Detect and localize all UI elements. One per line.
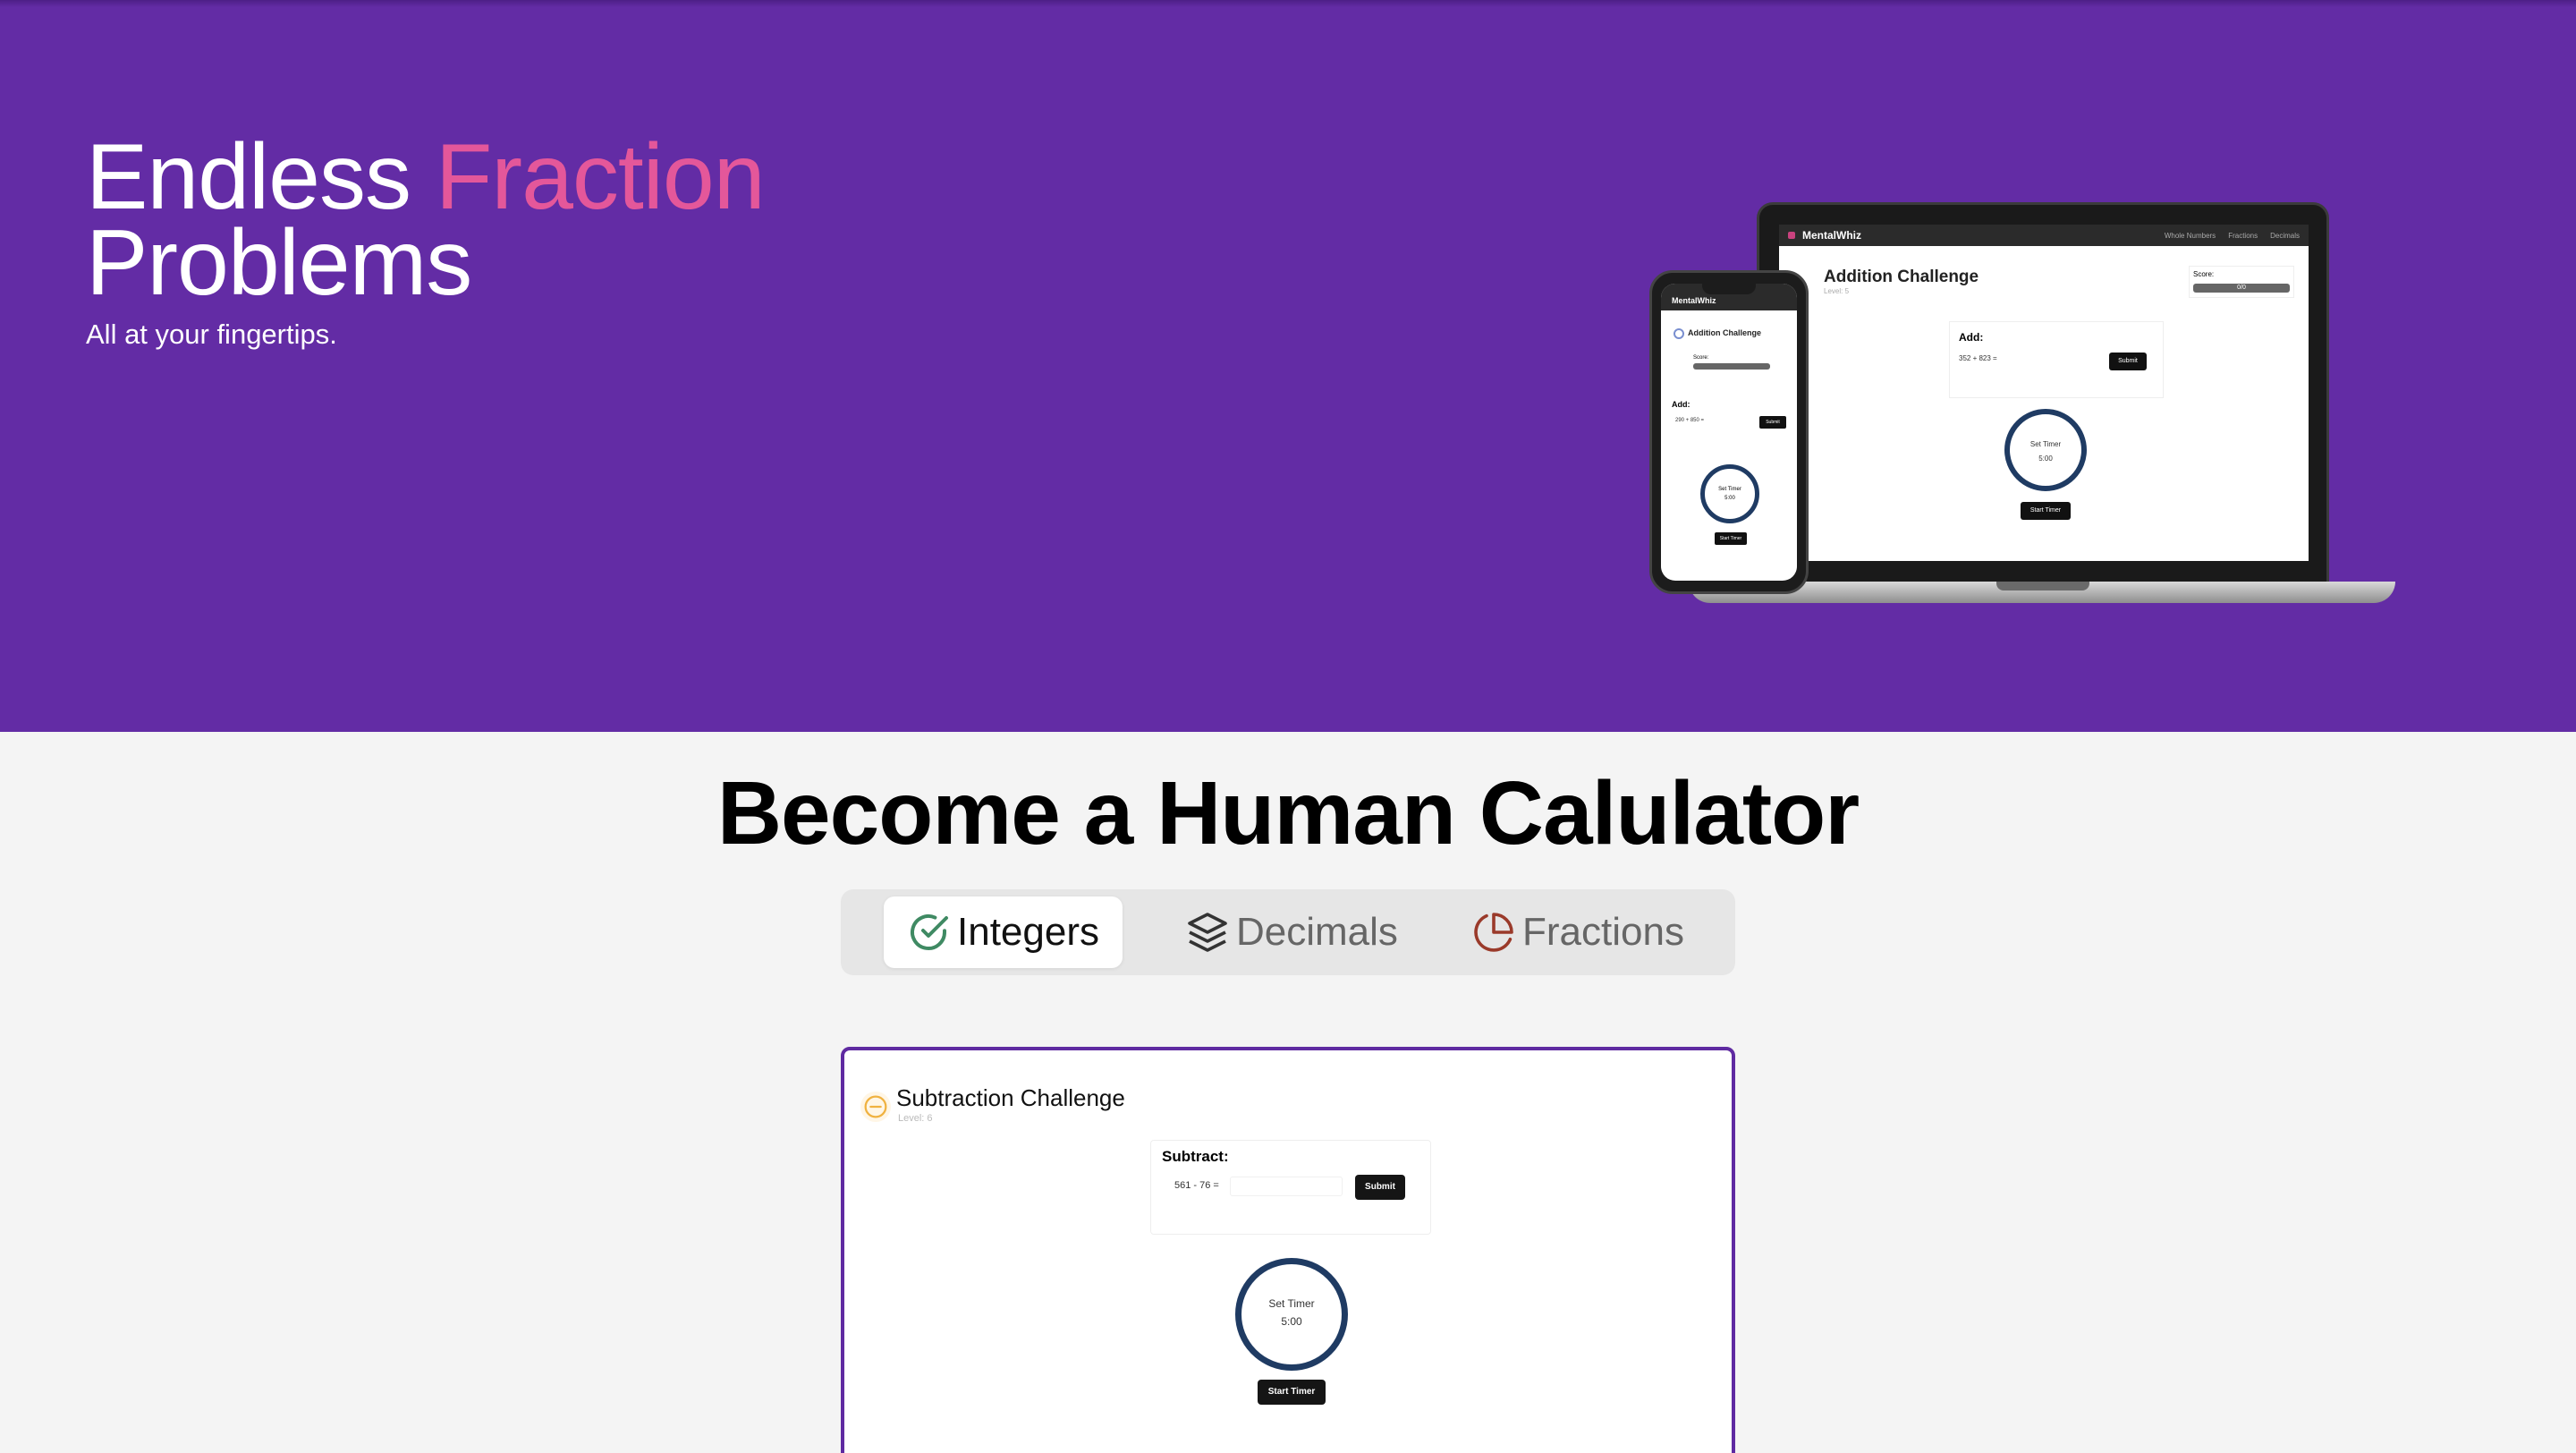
laptop-mockup: MentalWhiz Whole Numbers Fractions Decim… [1757, 202, 2329, 587]
phone-score-bar [1693, 363, 1770, 370]
laptop-nav-link: Decimals [2270, 231, 2300, 240]
category-tabs: Integers Decimals Fractions [841, 889, 1735, 975]
laptop-navbar: MentalWhiz Whole Numbers Fractions Decim… [1779, 225, 2309, 246]
phone-notch [1702, 284, 1756, 294]
hero-subtitle: All at your fingertips. [86, 319, 337, 350]
tab-integers[interactable]: Integers [884, 896, 1123, 968]
phone-prompt-label: Add: [1672, 400, 1690, 409]
laptop-nav-link: Whole Numbers [2164, 231, 2216, 240]
phone-timer-value: 5:00 [1724, 496, 1735, 501]
prompt-label: Subtract: [1162, 1148, 1229, 1165]
laptop-score: Score: 0/0 [2189, 266, 2294, 298]
laptop-prompt-label: Add: [1959, 331, 1984, 344]
tab-fractions[interactable]: Fractions [1449, 896, 1707, 968]
tab-label: Fractions [1522, 910, 1684, 954]
pie-chart-icon [1474, 913, 1513, 952]
laptop-score-bar: 0/0 [2193, 284, 2290, 293]
phone-screen: MentalWhiz Addition Challenge Score: Add… [1661, 284, 1797, 581]
phone-timer: Set Timer 5:00 [1700, 464, 1759, 523]
challenge-level: Level: 6 [898, 1113, 933, 1124]
timer-circle[interactable]: Set Timer 5:00 [1235, 1258, 1348, 1371]
start-timer-button[interactable]: Start Timer [1258, 1380, 1326, 1405]
problem-text: 561 - 76 = [1174, 1180, 1219, 1191]
plus-circle-icon [1674, 328, 1684, 339]
challenge-card: Subtraction Challenge Level: 6 Subtract:… [841, 1047, 1735, 1453]
timer-value: 5:00 [1281, 1315, 1302, 1328]
phone-challenge-title: Addition Challenge [1688, 328, 1761, 337]
problem-card: Subtract: 561 - 76 = Submit [1150, 1140, 1431, 1235]
tab-label: Integers [957, 910, 1099, 954]
laptop-timer-label: Set Timer [2029, 440, 2062, 448]
phone-problem: 290 + 850 = [1675, 418, 1705, 423]
phone-score-label: Score: [1693, 355, 1709, 361]
timer-label: Set Timer [1268, 1297, 1315, 1310]
laptop-screen: MentalWhiz Whole Numbers Fractions Decim… [1779, 225, 2309, 561]
tab-decimals[interactable]: Decimals [1163, 896, 1421, 968]
laptop-notch [1996, 582, 2089, 591]
laptop-start-timer-button: Start Timer [2021, 502, 2071, 520]
phone-start-timer-button: Start Timer [1715, 532, 1747, 545]
laptop-score-label: Score: [2193, 270, 2215, 278]
logo-icon [1788, 232, 1795, 239]
laptop-nav-link: Fractions [2228, 231, 2258, 240]
laptop-challenge-title: Addition Challenge [1824, 268, 1979, 286]
answer-input[interactable] [1230, 1177, 1343, 1196]
tab-label: Decimals [1236, 910, 1398, 954]
check-circle-icon [911, 914, 948, 950]
minus-circle-icon [860, 1092, 891, 1122]
laptop-nav-links: Whole Numbers Fractions Decimals [2165, 232, 2300, 240]
laptop-level: Level: 5 [1824, 287, 1850, 295]
layers-icon [1188, 913, 1227, 952]
submit-button[interactable]: Submit [1355, 1175, 1405, 1200]
challenge-title: Subtraction Challenge [896, 1084, 1125, 1111]
phone-mockup: MentalWhiz Addition Challenge Score: Add… [1649, 270, 1809, 594]
hero-title-accent: Fraction [435, 125, 766, 229]
laptop-problem-card: Add: 352 + 823 = Submit [1949, 321, 2164, 398]
laptop-timer: Set Timer 5:00 [2004, 409, 2087, 491]
hero-top-shadow [0, 0, 2576, 7]
phone-score: Score: [1693, 355, 1770, 370]
laptop-submit-button: Submit [2109, 353, 2147, 370]
hero-title-part2: Problems [86, 211, 472, 315]
phone-submit-button: Submit [1759, 416, 1786, 429]
section-title: Become a Human Calulator [716, 763, 1860, 863]
laptop-timer-value: 5:00 [2038, 455, 2053, 463]
hero-title: Endless Fraction Problems [86, 131, 766, 310]
laptop-brand: MentalWhiz [1802, 229, 1861, 242]
phone-timer-label: Set Timer [1718, 487, 1741, 492]
